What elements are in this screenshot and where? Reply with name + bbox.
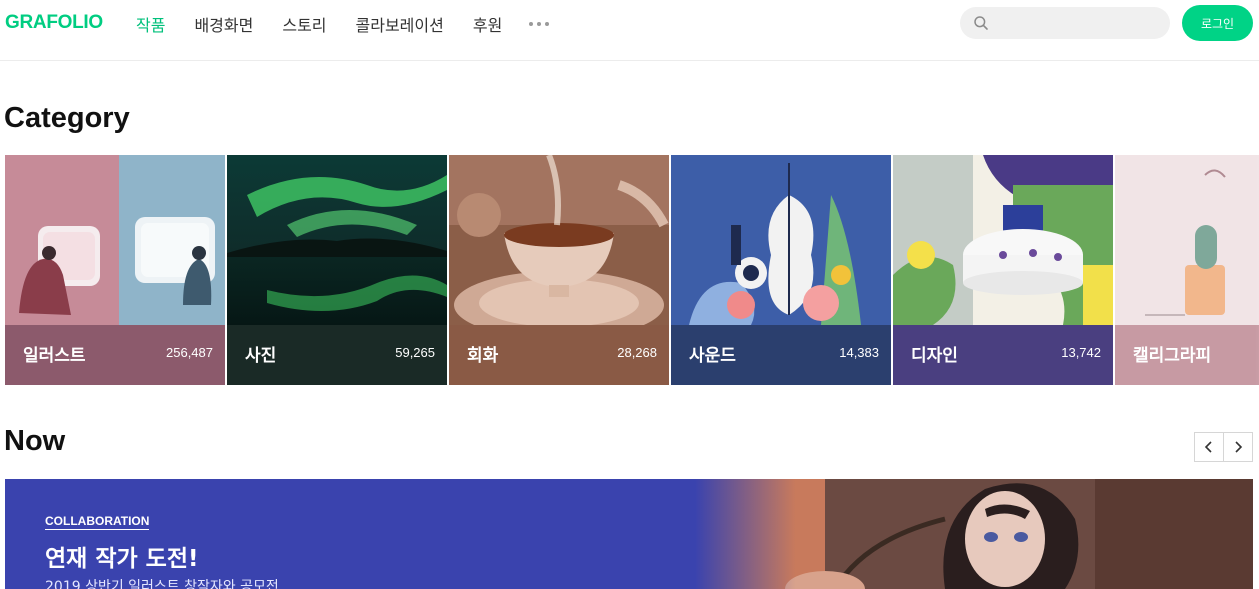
- category-count: 13,742: [1061, 345, 1101, 360]
- nav-item-works[interactable]: 작품: [136, 12, 165, 36]
- login-button[interactable]: 로그인: [1182, 5, 1253, 41]
- category-title: Category: [4, 102, 130, 134]
- illustration-thumbnail: [5, 155, 225, 325]
- category-count: 14,383: [839, 345, 879, 360]
- nav-item-wallpapers[interactable]: 배경화면: [194, 12, 253, 36]
- category-count: 28,268: [617, 345, 657, 360]
- sound-thumbnail: [671, 155, 891, 325]
- category-name: 일러스트: [23, 346, 86, 366]
- category-name: 캘리그라피: [1133, 346, 1212, 366]
- nav-item-collaboration[interactable]: 콜라보레이션: [356, 12, 444, 36]
- painting-thumbnail: [449, 155, 669, 325]
- prev-button[interactable]: [1195, 433, 1224, 461]
- chevron-right-icon: [1235, 441, 1243, 453]
- search-box[interactable]: [960, 7, 1170, 39]
- nav-item-sponsorship[interactable]: 후원: [473, 12, 502, 36]
- design-thumbnail: [893, 155, 1113, 325]
- category-card-painting[interactable]: 회화 28,268: [449, 155, 669, 385]
- category-name: 사진: [245, 346, 277, 366]
- category-name: 사운드: [689, 346, 736, 366]
- photo-thumbnail: [227, 155, 447, 325]
- search-input[interactable]: [996, 7, 1160, 39]
- category-card-sound[interactable]: 사운드 14,383: [671, 155, 891, 385]
- category-name: 디자인: [911, 346, 958, 366]
- banner-artwork: [695, 479, 1253, 589]
- calligraphy-thumbnail: [1115, 155, 1259, 325]
- more-dots-icon[interactable]: [529, 14, 550, 34]
- category-count: 59,265: [395, 345, 435, 360]
- chevron-left-icon: [1205, 441, 1212, 453]
- now-banner[interactable]: COLLABORATION 연재 작가 도전! 2019 상반기 일러스트 창작…: [5, 479, 1253, 589]
- category-card-calligraphy[interactable]: 캘리그라피: [1115, 155, 1259, 385]
- search-icon: [974, 16, 988, 30]
- now-title: Now: [4, 425, 66, 457]
- category-card-illustration[interactable]: 일러스트 256,487: [5, 155, 225, 385]
- main-nav: 작품 배경화면 스토리 콜라보레이션 후원: [136, 12, 550, 36]
- grafolio-logo[interactable]: GRAFOLIO: [5, 12, 103, 34]
- category-carousel: 일러스트 256,487 사진 59,265 회화 28,268 사운드 14,…: [5, 155, 1259, 385]
- banner-subtitle: 2019 상반기 일러스트 창작자와 공모전: [45, 579, 279, 589]
- category-name: 회화: [467, 346, 499, 366]
- banner-tag: COLLABORATION: [45, 514, 150, 530]
- category-card-photo[interactable]: 사진 59,265: [227, 155, 447, 385]
- nav-item-stories[interactable]: 스토리: [282, 12, 326, 36]
- banner-title: 연재 작가 도전!: [45, 546, 199, 572]
- now-pager: [1194, 432, 1253, 462]
- top-header: GRAFOLIO 작품 배경화면 스토리 콜라보레이션 후원 로그인: [0, 0, 1259, 61]
- next-button[interactable]: [1223, 433, 1252, 461]
- category-card-design[interactable]: 디자인 13,742: [893, 155, 1113, 385]
- category-count: 256,487: [166, 345, 213, 360]
